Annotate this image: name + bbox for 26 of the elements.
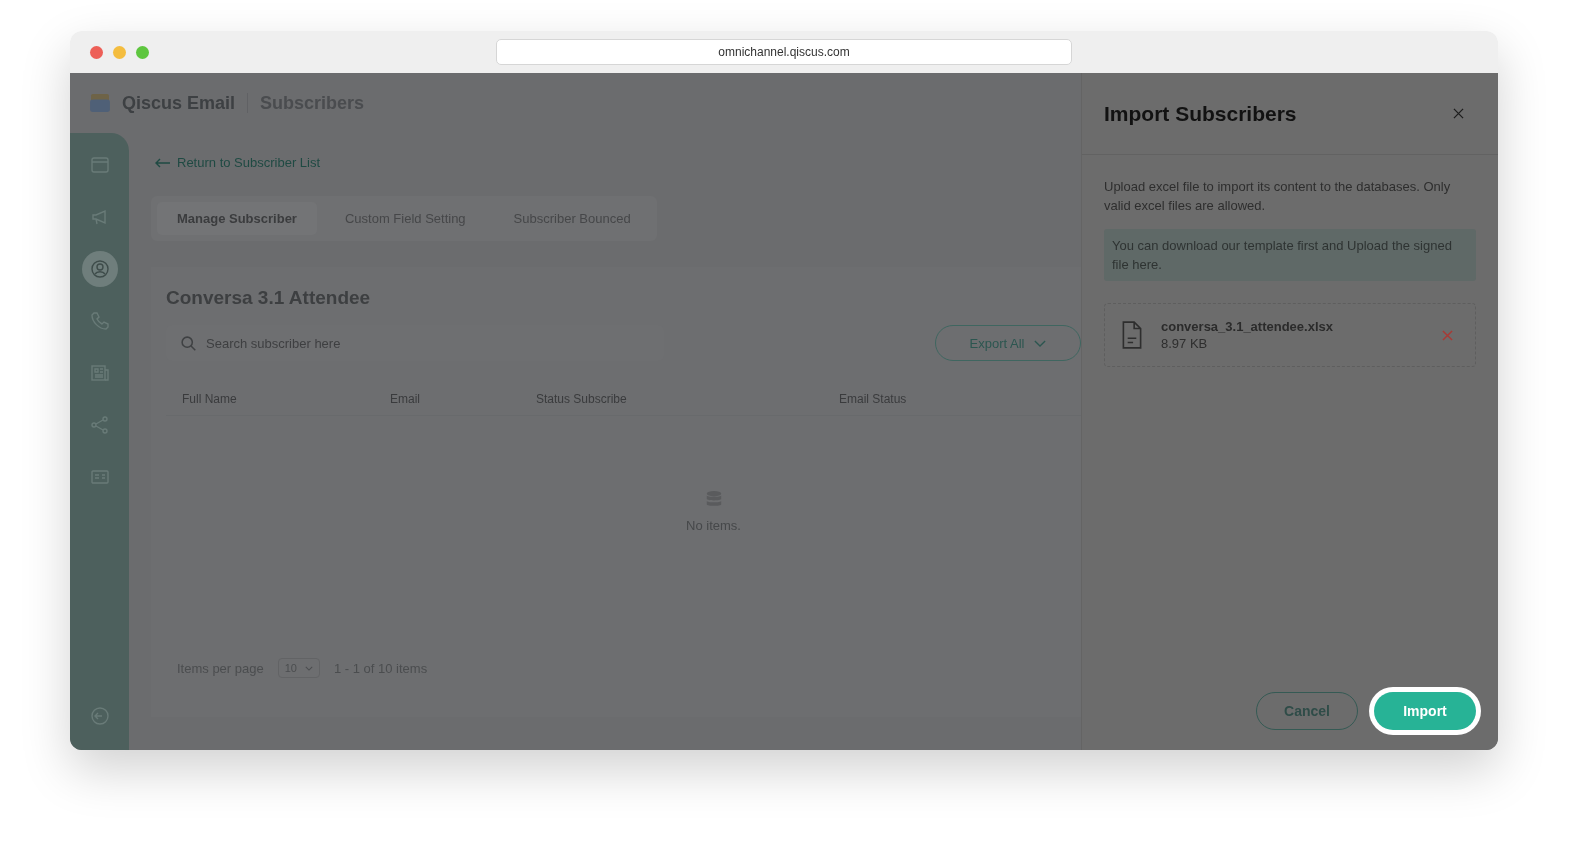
close-window-icon[interactable] xyxy=(90,45,103,59)
file-size: 8.97 KB xyxy=(1161,336,1209,351)
tab[interactable]: Manage Subscriber xyxy=(157,202,317,235)
address-bar[interactable]: omnichannel.qiscus.com xyxy=(496,39,1072,65)
envelope-logo-icon xyxy=(90,94,110,112)
browser-window-icon xyxy=(89,155,110,175)
search-icon xyxy=(180,335,197,352)
user-icon xyxy=(89,259,110,279)
back-link[interactable]: Return to Subscriber List xyxy=(177,155,321,170)
description-text: Upload excel file to import its content to the databases. Only valid excel files are allowed. xyxy=(1104,178,1452,215)
newspaper-icon xyxy=(89,363,110,383)
sidebar-item[interactable] xyxy=(81,251,118,287)
drawer-title: Import Subscribers xyxy=(1104,101,1297,126)
remove-file-icon[interactable] xyxy=(1442,329,1453,341)
share-nodes-icon xyxy=(89,415,110,435)
chevron-down-icon xyxy=(304,665,313,671)
file-name: conversa_3.1_attendee.xlsx xyxy=(1161,319,1334,334)
chevron-down-icon xyxy=(1034,339,1047,347)
maximize-window-icon[interactable] xyxy=(136,45,149,59)
minimize-window-icon[interactable] xyxy=(113,45,126,59)
phone-icon xyxy=(89,311,110,331)
back-arrow-icon xyxy=(155,157,171,168)
close-icon[interactable] xyxy=(1453,108,1464,119)
id-card-icon xyxy=(89,467,110,487)
logout-icon[interactable] xyxy=(89,706,110,726)
document-icon xyxy=(1121,321,1143,349)
